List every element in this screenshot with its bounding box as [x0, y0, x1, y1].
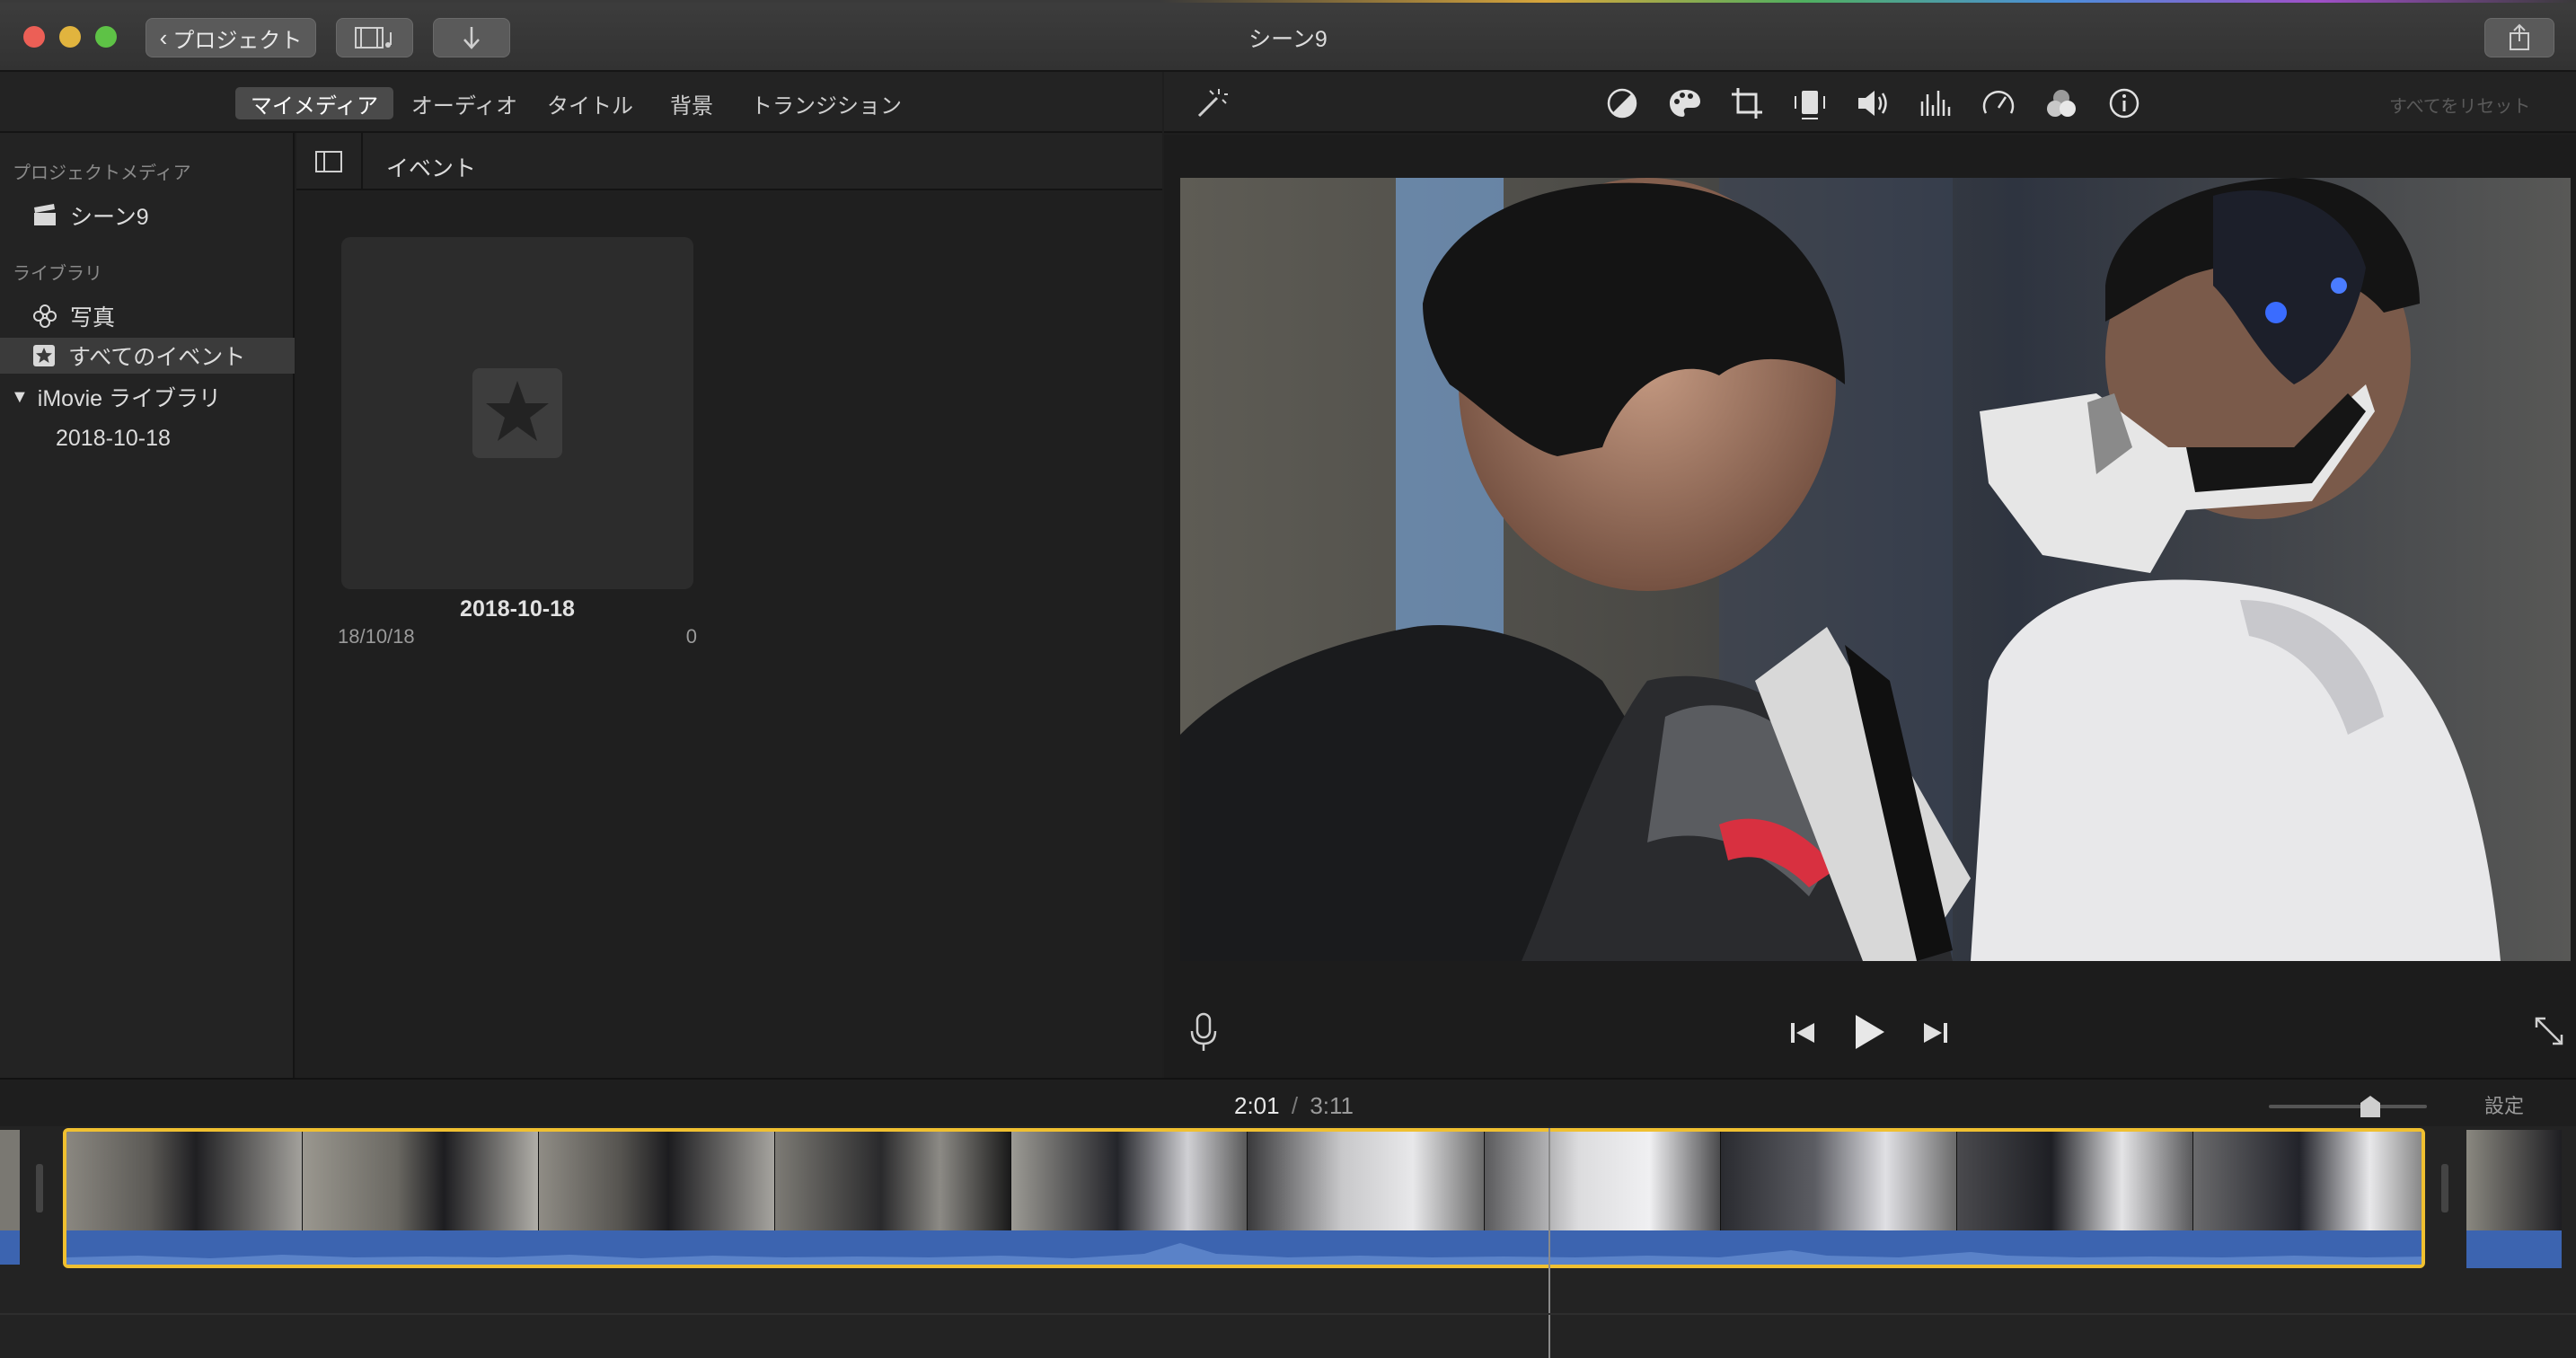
sidebar-item-imovie-library[interactable]: ▼ iMovie ライブラリ: [0, 379, 295, 415]
event-date: 18/10/18: [338, 625, 415, 648]
speed-icon[interactable]: [1978, 83, 2019, 124]
sidebar-toggle-button[interactable]: [296, 133, 363, 190]
event-thumbnail[interactable]: [341, 237, 693, 589]
timeline-settings-button[interactable]: 設定: [2484, 1090, 2524, 1119]
video-frame-image: [1180, 178, 2571, 961]
event-title: 2018-10-18: [460, 596, 575, 622]
close-window-button[interactable]: [23, 26, 45, 48]
share-button[interactable]: [2484, 18, 2554, 57]
sidebar-item-project[interactable]: シーン9: [0, 198, 295, 234]
stabilization-icon[interactable]: [1789, 83, 1831, 124]
magic-wand-icon[interactable]: [1191, 83, 1232, 124]
sidebar-item-label: iMovie ライブラリ: [37, 386, 221, 411]
tab-audio[interactable]: オーディオ: [406, 87, 523, 119]
crop-icon[interactable]: [1726, 83, 1768, 124]
media-browser-toggle-button[interactable]: [336, 18, 413, 57]
sidebar-item-label: 2018-10-18: [56, 425, 171, 451]
share-icon: [2510, 23, 2529, 50]
download-arrow-icon: [463, 27, 480, 49]
film-music-icon: [355, 27, 392, 48]
equalizer-icon[interactable]: [1915, 83, 1956, 124]
tab-my-media[interactable]: マイメディア: [235, 87, 393, 119]
title-bar-accent: [0, 0, 2576, 3]
clip-next-audio: [2466, 1230, 2562, 1268]
project-media-header: プロジェクトメディア: [13, 163, 191, 183]
chevron-left-icon: ‹: [159, 23, 168, 51]
zoom-window-button[interactable]: [95, 26, 117, 48]
tab-backgrounds[interactable]: 背景: [656, 87, 728, 119]
color-palette-icon[interactable]: [1664, 83, 1706, 124]
window-title: シーン9: [1248, 27, 1328, 52]
sidebar-item-photos[interactable]: 写真: [0, 298, 295, 334]
microphone-icon: [1190, 1012, 1217, 1051]
clip-audio-waveform: [66, 1230, 2422, 1265]
imovie-window: ‹ プロジェクト シーン9 マイメディア オーディオ タイトル 背景 トランジシ…: [0, 0, 2576, 1358]
selected-clip[interactable]: [63, 1128, 2425, 1268]
skip-back-icon: [1791, 1023, 1814, 1043]
content-library-tabs: マイメディア オーディオ タイトル 背景 トランジション: [0, 72, 1162, 133]
play-icon: [1856, 1015, 1884, 1049]
sidebar-item-all-events[interactable]: すべてのイベント: [0, 338, 295, 374]
library-header: ライブラリ: [13, 264, 102, 284]
total-time: 3:11: [1310, 1092, 1354, 1119]
voiceover-button[interactable]: [1187, 1011, 1220, 1054]
sidebar-item-label: 写真: [70, 305, 116, 331]
clapperboard-icon: [34, 204, 56, 225]
import-button[interactable]: [433, 18, 510, 57]
zoom-slider-thumb[interactable]: [2359, 1096, 2382, 1117]
info-icon[interactable]: [2104, 83, 2145, 124]
back-to-projects-button[interactable]: ‹ プロジェクト: [146, 18, 316, 57]
time-separator: /: [1291, 1092, 1299, 1119]
timecode: 2:01 / 3:11: [1234, 1092, 1354, 1120]
clip-next[interactable]: [2466, 1130, 2562, 1230]
back-button-label: プロジェクト: [172, 28, 303, 53]
video-letterbox: [1180, 961, 2571, 990]
tab-titles[interactable]: タイトル: [539, 87, 641, 119]
skip-forward-button[interactable]: [1920, 1018, 1951, 1047]
clip-previous-audio: [0, 1230, 20, 1265]
expand-icon: [2535, 1017, 2563, 1045]
star-box-icon: [33, 345, 55, 366]
disclosure-triangle-icon: ▼: [11, 386, 29, 407]
photos-flower-icon: [33, 304, 57, 328]
zoom-slider-track[interactable]: [2269, 1105, 2427, 1108]
skip-back-button[interactable]: [1787, 1018, 1818, 1047]
browser-header-label: イベント: [386, 156, 477, 181]
sidebar-item-event-date[interactable]: 2018-10-18: [0, 420, 295, 456]
timeline-lane-divider: [0, 1313, 2576, 1315]
current-time: 2:01: [1234, 1092, 1280, 1119]
fullscreen-button[interactable]: [2531, 1013, 2567, 1049]
volume-icon[interactable]: [1852, 83, 1893, 124]
skip-forward-icon: [1924, 1023, 1947, 1043]
color-balance-icon[interactable]: [1601, 83, 1643, 124]
sidebar-toggle-icon: [315, 151, 342, 172]
play-button[interactable]: [1850, 1011, 1888, 1053]
clip-filter-icon[interactable]: [2041, 83, 2082, 124]
event-clip-count: 0: [685, 625, 697, 648]
video-preview[interactable]: [1180, 178, 2571, 961]
star-box-icon: [472, 368, 562, 458]
reset-all-button[interactable]: すべてをリセット: [2389, 92, 2530, 118]
sidebar-item-label: すべてのイベント: [68, 345, 246, 370]
waveform-icon: [66, 1243, 2422, 1265]
minimize-window-button[interactable]: [59, 26, 81, 48]
clip-gap-handle[interactable]: [2441, 1164, 2448, 1212]
sidebar-item-label: シーン9: [70, 205, 149, 230]
tab-transitions[interactable]: トランジション: [745, 87, 907, 119]
clip-gap-handle[interactable]: [36, 1164, 43, 1212]
clip-filmstrip: [66, 1132, 2422, 1230]
playhead[interactable]: [1548, 1128, 1550, 1358]
